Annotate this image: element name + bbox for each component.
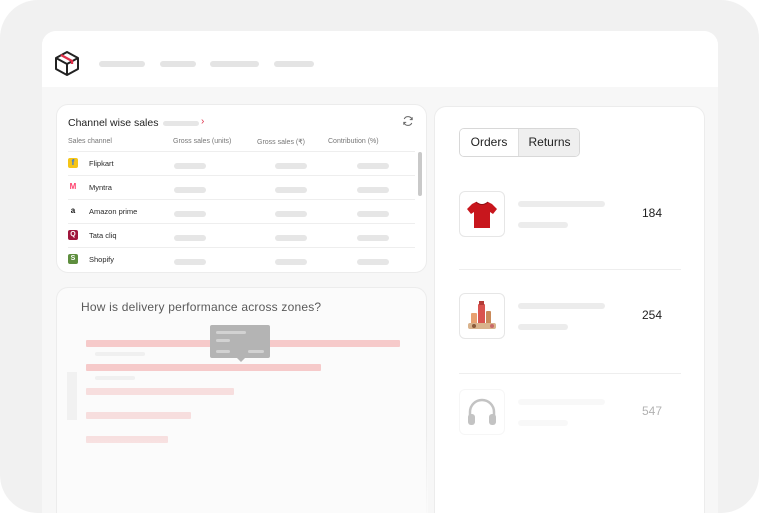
channel-sales-card: Channel wise sales › Sales channel Gross… <box>56 104 427 273</box>
divider <box>459 373 681 374</box>
box-logo-icon[interactable] <box>54 50 80 76</box>
table-row[interactable]: S Shopify <box>68 247 415 271</box>
product-name-placeholder <box>518 399 605 405</box>
table-row[interactable]: f Flipkart <box>68 151 415 175</box>
flipkart-icon: f <box>68 158 78 168</box>
product-detail-placeholder <box>518 222 568 228</box>
product-item[interactable]: 254 <box>459 293 681 353</box>
tooltip-line <box>216 331 246 334</box>
tooltip-arrow <box>237 358 245 362</box>
bar-label-placeholder <box>95 352 145 356</box>
tooltip-line <box>216 350 230 353</box>
channel-name: Shopify <box>89 255 115 264</box>
nav-item-2[interactable] <box>160 61 196 67</box>
zone-bar[interactable] <box>86 388 234 395</box>
product-item[interactable]: 184 <box>459 191 681 251</box>
tshirt-icon <box>467 201 497 228</box>
column-header-units: Gross sales (units) <box>173 138 232 145</box>
placeholder-cell <box>174 163 206 169</box>
placeholder-cell <box>357 211 389 217</box>
chart-tooltip <box>210 325 270 358</box>
delivery-question: How is delivery performance across zones… <box>81 300 322 314</box>
tab-orders[interactable]: Orders <box>460 129 518 156</box>
placeholder-cell <box>174 211 206 217</box>
app-screen: Channel wise sales › Sales channel Gross… <box>42 31 718 513</box>
refresh-icon[interactable] <box>402 115 414 127</box>
tooltip-line <box>248 350 264 353</box>
placeholder-cell <box>275 235 307 241</box>
divider <box>459 269 681 270</box>
title-filter-pill[interactable] <box>163 121 199 126</box>
placeholder-cell <box>174 187 206 193</box>
placeholder-cell <box>174 259 206 265</box>
product-name-placeholder <box>518 201 605 207</box>
amazon-icon: a <box>70 206 76 215</box>
tab-returns[interactable]: Returns <box>518 129 579 156</box>
table-row[interactable]: Q Tata cliq <box>68 223 415 247</box>
placeholder-cell <box>357 163 389 169</box>
product-thumbnail <box>459 191 505 237</box>
placeholder-cell <box>275 163 307 169</box>
bar-label-placeholder <box>95 376 135 380</box>
shopify-icon: S <box>68 254 78 264</box>
placeholder-cell <box>275 187 307 193</box>
tooltip-line <box>216 339 230 342</box>
column-header-amount: Gross sales (₹) <box>257 139 306 146</box>
product-item[interactable]: 547 <box>459 389 681 449</box>
table-scrollbar[interactable] <box>418 152 422 196</box>
product-name-placeholder <box>518 303 605 309</box>
product-detail-placeholder <box>518 324 568 330</box>
card-title: Channel wise sales <box>68 117 159 129</box>
chevron-right-icon[interactable]: › <box>201 116 204 127</box>
product-count: 254 <box>642 308 663 322</box>
placeholder-cell <box>357 187 389 193</box>
fade-overlay <box>57 433 428 513</box>
delivery-performance-card: How is delivery performance across zones… <box>56 287 428 513</box>
product-count: 547 <box>642 404 663 418</box>
orders-returns-toggle: Orders Returns <box>459 128 580 157</box>
channel-name: Amazon prime <box>89 207 138 216</box>
top-navigation-bar <box>42 31 718 87</box>
myntra-icon: M <box>69 182 77 191</box>
product-count: 184 <box>642 206 663 220</box>
placeholder-cell <box>275 211 307 217</box>
tata-cliq-icon: Q <box>68 230 78 240</box>
channel-name: Myntra <box>89 183 112 192</box>
cosmetics-icon <box>468 301 496 329</box>
placeholder-cell <box>275 259 307 265</box>
column-header-channel: Sales channel <box>68 138 112 145</box>
channel-name: Tata cliq <box>89 231 117 240</box>
nav-item-3[interactable] <box>210 61 259 67</box>
orders-returns-card: Orders Returns 184 254 547 <box>434 106 705 513</box>
placeholder-cell <box>357 235 389 241</box>
device-frame: Channel wise sales › Sales channel Gross… <box>0 0 759 513</box>
channel-name: Flipkart <box>89 159 114 168</box>
table-row[interactable]: M Myntra <box>68 175 415 199</box>
table-row[interactable]: a Amazon prime <box>68 199 415 223</box>
zone-bar[interactable] <box>86 412 191 419</box>
product-thumbnail <box>459 293 505 339</box>
product-thumbnail <box>459 389 505 435</box>
zone-bar[interactable] <box>86 364 321 371</box>
placeholder-cell <box>174 235 206 241</box>
column-header-contribution: Contribution (%) <box>328 138 379 145</box>
axis-placeholder <box>67 372 77 420</box>
product-detail-placeholder <box>518 420 568 426</box>
nav-item-4[interactable] <box>274 61 314 67</box>
nav-item-1[interactable] <box>99 61 145 67</box>
headphones-icon <box>468 398 496 425</box>
placeholder-cell <box>357 259 389 265</box>
